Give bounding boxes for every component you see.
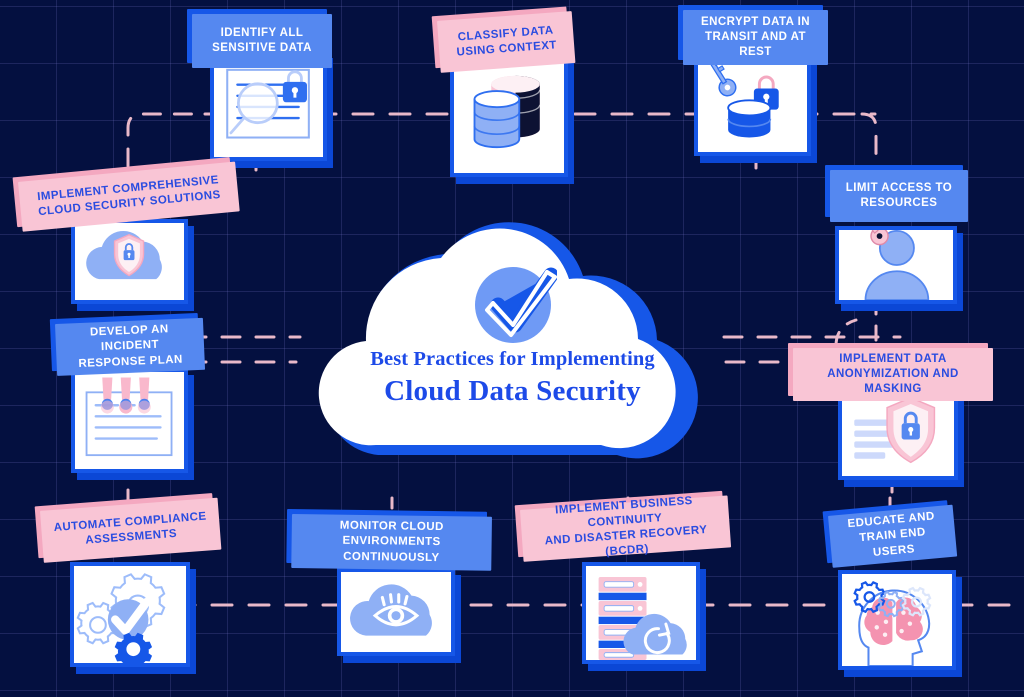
label-text: DEVELOP AN INCIDENT RESPONSE PLAN [78, 323, 183, 370]
card-educate-train-users [838, 570, 956, 670]
node-encrypt-data[interactable]: ENCRYPT DATA IN TRANSIT AND AT REST [678, 10, 828, 160]
node-identify-sensitive-data[interactable]: IDENTIFY ALL SENSITIVE DATA [185, 14, 333, 162]
label-monitor-cloud[interactable]: MONITOR CLOUD ENVIRONMENTS CONTINUOUSLY [291, 514, 492, 571]
label-automate-compliance[interactable]: AUTOMATE COMPLIANCE ASSESSMENTS [40, 497, 222, 563]
node-monitor-cloud[interactable]: MONITOR CLOUD ENVIRONMENTS CONTINUOUSLY [291, 510, 497, 665]
card-bcdr [582, 562, 700, 664]
label-text: EDUCATE AND TRAIN END USERS [847, 510, 936, 559]
label-implement-cloud-security[interactable]: IMPLEMENT COMPREHENSIVE CLOUD SECURITY S… [18, 161, 240, 232]
node-classify-data-context[interactable]: CLASSIFY DATA USING CONTEXT [437, 11, 582, 177]
node-incident-response-plan[interactable]: DEVELOP AN INCIDENT RESPONSE PLAN [55, 317, 215, 480]
label-text: IMPLEMENT DATA ANONYMIZATION AND MASKING [827, 352, 959, 396]
center-cloud-panel: Best Practices for Implementing Cloud Da… [290, 215, 735, 465]
label-text: IMPLEMENT COMPREHENSIVE CLOUD SECURITY S… [36, 173, 222, 219]
infographic-canvas: IDENTIFY ALL SENSITIVE DATA CLASSIFY DAT… [0, 0, 1024, 697]
head-brain-gears-icon [853, 581, 932, 666]
card-data-anonymization [838, 390, 958, 480]
user-key-icon [859, 230, 930, 300]
card-implement-cloud-security [71, 219, 188, 304]
cloud-shield-lock-icon [86, 230, 162, 280]
label-classify-data-context[interactable]: CLASSIFY DATA USING CONTEXT [437, 11, 576, 73]
card-encrypt-data [694, 56, 811, 156]
label-data-anonymization[interactable]: IMPLEMENT DATA ANONYMIZATION AND MASKING [793, 348, 993, 401]
node-educate-train-users[interactable]: EDUCATE AND TRAIN END USERS [828, 504, 998, 673]
label-identify-sensitive-data[interactable]: IDENTIFY ALL SENSITIVE DATA [192, 14, 332, 68]
label-text: ENCRYPT DATA IN TRANSIT AND AT REST [701, 15, 810, 59]
label-encrypt-data[interactable]: ENCRYPT DATA IN TRANSIT AND AT REST [683, 10, 828, 65]
card-incident-response-plan [71, 368, 188, 473]
gears-check-icon [76, 573, 166, 663]
cloud-eye-icon [350, 584, 432, 636]
card-monitor-cloud [337, 568, 455, 656]
node-data-anonymization[interactable]: IMPLEMENT DATA ANONYMIZATION AND MASKING [793, 340, 998, 485]
document-alert-icon [85, 377, 173, 457]
label-text: IDENTIFY ALL SENSITIVE DATA [212, 26, 312, 54]
label-educate-train-users[interactable]: EDUCATE AND TRAIN END USERS [828, 504, 958, 568]
server-cloud-refresh-icon [598, 577, 687, 660]
database-stack-icon [473, 75, 541, 149]
card-automate-compliance [70, 562, 190, 667]
center-title: Cloud Data Security [384, 375, 641, 407]
label-limit-access[interactable]: LIMIT ACCESS TO RESOURCES [830, 170, 968, 222]
node-automate-compliance[interactable]: AUTOMATE COMPLIANCE ASSESSMENTS [40, 497, 235, 670]
card-limit-access [835, 226, 957, 304]
node-limit-access[interactable]: LIMIT ACCESS TO RESOURCES [824, 170, 982, 305]
center-subtitle: Best Practices for Implementing [370, 348, 655, 370]
database-key-lock-icon [709, 60, 779, 138]
node-bcdr[interactable]: IMPLEMENT BUSINESS CONTINUITY AND DISAST… [520, 495, 738, 667]
label-text: LIMIT ACCESS TO RESOURCES [845, 181, 953, 209]
label-text: IMPLEMENT BUSINESS CONTINUITY AND DISAST… [544, 494, 708, 559]
center-check-icon [469, 261, 558, 349]
label-bcdr[interactable]: IMPLEMENT BUSINESS CONTINUITY AND DISAST… [520, 495, 732, 562]
label-incident-response-plan[interactable]: DEVELOP AN INCIDENT RESPONSE PLAN [55, 317, 206, 376]
label-text: CLASSIFY DATA USING CONTEXT [456, 24, 558, 59]
label-text: AUTOMATE COMPLIANCE ASSESSMENTS [53, 510, 207, 547]
label-text: MONITOR CLOUD ENVIRONMENTS CONTINUOUSLY [339, 519, 444, 564]
center-text-block: Best Practices for Implementing Cloud Da… [290, 348, 735, 408]
document-magnifier-lock-icon [226, 68, 310, 139]
node-implement-cloud-security[interactable]: IMPLEMENT COMPREHENSIVE CLOUD SECURITY S… [18, 161, 243, 304]
document-shield-lock-icon [854, 396, 936, 464]
